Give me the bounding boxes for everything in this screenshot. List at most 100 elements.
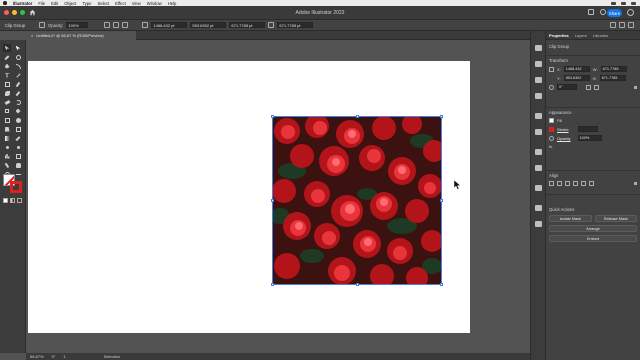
none-icon[interactable] (17, 198, 22, 203)
canvas-workspace[interactable] (26, 40, 530, 353)
stroke-link[interactable]: Stroke (557, 127, 569, 132)
width-tool-icon[interactable] (14, 107, 22, 115)
align-icon[interactable] (104, 22, 111, 28)
stroke-weight-field[interactable] (577, 126, 598, 132)
isolate-icon[interactable] (619, 22, 625, 28)
opacity-field[interactable]: 100% (66, 22, 89, 28)
artboard-tool-icon[interactable] (14, 152, 22, 160)
align-left-icon[interactable] (549, 181, 554, 186)
resize-handle[interactable] (356, 115, 359, 118)
status-icon[interactable] (621, 1, 626, 5)
search-icon[interactable] (600, 9, 606, 15)
menu-window[interactable]: Window (147, 1, 162, 6)
menu-select[interactable]: Select (97, 1, 109, 6)
rectangle-tool-icon[interactable] (3, 80, 11, 88)
opacity-field[interactable]: 100% (577, 135, 602, 141)
shaper-tool-icon[interactable] (3, 89, 11, 97)
status-icon[interactable] (611, 1, 616, 5)
magic-wand-icon[interactable] (3, 53, 11, 61)
symbol-sprayer-icon[interactable] (14, 143, 22, 151)
align-dock-icon[interactable] (535, 205, 542, 211)
resize-handle[interactable] (271, 283, 274, 286)
arrange-button[interactable]: Arrange (549, 225, 637, 232)
stroke-swatch-icon[interactable] (549, 126, 554, 132)
align-middle-icon[interactable] (581, 181, 586, 186)
resize-handle[interactable] (271, 199, 274, 202)
angle-field[interactable]: 0° (557, 84, 577, 90)
selection-tool-icon[interactable] (3, 44, 11, 52)
gradient-icon[interactable] (10, 198, 15, 203)
menu-icon[interactable] (628, 22, 634, 28)
curvature-tool-icon[interactable] (14, 62, 22, 70)
shape-builder-icon[interactable] (14, 116, 22, 124)
align-bottom-icon[interactable] (589, 181, 594, 186)
transparency-dock-icon[interactable] (535, 185, 542, 191)
width-field[interactable]: 671.7785 pt (229, 22, 266, 28)
align-icon[interactable] (113, 22, 120, 28)
slice-tool-icon[interactable] (3, 161, 11, 169)
eyedropper-icon[interactable] (14, 134, 22, 142)
eraser-icon[interactable] (3, 98, 11, 106)
perspective-grid-icon[interactable] (3, 125, 11, 133)
more-align-icon[interactable] (634, 182, 637, 185)
color-dock-icon[interactable] (535, 93, 542, 99)
release-mask-button[interactable]: Release Mask (594, 215, 637, 222)
menu-view[interactable]: View (132, 1, 141, 6)
graph-tool-icon[interactable] (3, 152, 11, 160)
direct-selection-tool-icon[interactable] (14, 44, 22, 52)
isolate-mask-button[interactable]: Isolate Mask (549, 215, 592, 222)
resize-handle[interactable] (271, 115, 274, 118)
x-field[interactable]: 1468.432 pt (151, 22, 188, 28)
gradient-tool-icon[interactable] (3, 134, 11, 142)
menu-help[interactable]: Help (168, 1, 177, 6)
align-top-icon[interactable] (573, 181, 578, 186)
resize-handle[interactable] (356, 283, 359, 286)
fx-button[interactable]: fx. (549, 144, 553, 149)
more-options-icon[interactable] (634, 85, 637, 89)
menu-effect[interactable]: Effect (115, 1, 126, 6)
reference-point-icon[interactable] (142, 22, 149, 28)
stroke-swatch-icon[interactable] (10, 181, 22, 193)
pathfinder-dock-icon[interactable] (535, 221, 542, 227)
blend-tool-icon[interactable] (3, 143, 11, 151)
share-button[interactable]: Share (607, 9, 622, 17)
tab-properties[interactable]: Properties (549, 33, 569, 38)
pencil-icon[interactable] (14, 89, 22, 97)
reference-point-icon[interactable] (549, 66, 554, 72)
selection-bounding-box[interactable] (271, 115, 443, 286)
apple-icon[interactable] (3, 1, 7, 5)
brushes-dock-icon[interactable] (535, 129, 542, 135)
free-transform-icon[interactable] (3, 116, 11, 124)
menu-file[interactable]: File (38, 1, 45, 6)
rotation-value[interactable]: 0° (52, 354, 56, 359)
fill-none-swatch-icon[interactable] (549, 118, 554, 123)
recolor-icon[interactable] (39, 22, 46, 28)
layers-dock-icon[interactable] (535, 61, 542, 67)
menu-type[interactable]: Type (82, 1, 91, 6)
menu-app-name[interactable]: Illustrator (13, 1, 32, 6)
resize-handle[interactable] (440, 199, 443, 202)
document-tab[interactable]: × Untitled-2* @ 66.67 % (RGB/Preview) (26, 31, 136, 40)
resize-handle[interactable] (440, 283, 443, 286)
hand-tool-icon[interactable] (14, 161, 22, 169)
flip-horizontal-icon[interactable] (586, 84, 591, 90)
height-field[interactable]: 671.7785 pt (277, 22, 314, 28)
gradient-dock-icon[interactable] (535, 165, 542, 171)
transform-icon[interactable] (610, 22, 616, 28)
menu-edit[interactable]: Edit (51, 1, 58, 6)
x-field[interactable]: 1468.432 (563, 66, 590, 72)
close-tab-icon[interactable]: × (31, 33, 33, 38)
help-icon[interactable] (627, 9, 634, 16)
scale-tool-icon[interactable] (3, 107, 11, 115)
constrain-proportions-icon[interactable] (268, 22, 275, 28)
menu-object[interactable]: Object (64, 1, 76, 6)
align-icon[interactable] (122, 22, 129, 28)
w-field[interactable]: 671.7785 (600, 66, 627, 72)
tab-libraries[interactable]: Libraries (593, 33, 608, 38)
status-icon[interactable] (631, 1, 636, 5)
paintbrush-icon[interactable] (14, 80, 22, 88)
align-right-icon[interactable] (565, 181, 570, 186)
swatches-dock-icon[interactable] (535, 113, 542, 119)
tab-layers[interactable]: Layers (575, 33, 587, 38)
libraries-dock-icon[interactable] (535, 77, 542, 83)
